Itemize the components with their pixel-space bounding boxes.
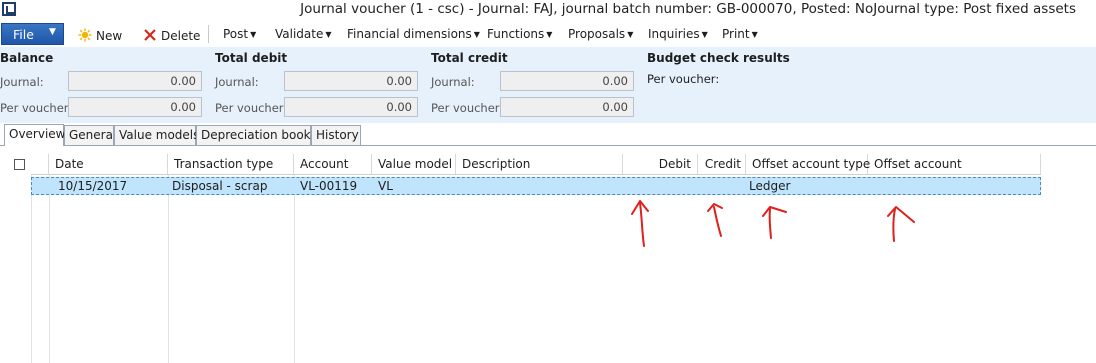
inquiries-menu[interactable]: Inquiries ▼ xyxy=(648,26,708,44)
balance-journal-label: Journal: xyxy=(0,75,44,89)
header-debit[interactable]: Debit xyxy=(623,154,698,174)
chevron-down-icon: ▼ xyxy=(325,30,332,39)
cell-account[interactable]: VL-00119 xyxy=(300,178,357,194)
tab-history[interactable]: History xyxy=(311,125,361,145)
new-button-label: New xyxy=(96,29,123,43)
new-button[interactable]: New xyxy=(78,26,122,44)
debit-journal-label: Journal: xyxy=(215,75,259,89)
chevron-down-icon: ▼ xyxy=(473,30,480,39)
chevron-down-icon: ▼ xyxy=(627,30,634,39)
financial-dimensions-menu-label: Financial dimensions xyxy=(347,27,472,41)
header-value-model[interactable]: Value model xyxy=(372,154,456,174)
balance-title: Balance xyxy=(0,51,54,65)
header-description[interactable]: Description xyxy=(456,154,623,174)
chevron-down-icon: ▼ xyxy=(546,30,553,39)
totals-panel: Balance Journal: 0.00 Per voucher: 0.00 … xyxy=(0,47,1096,123)
tab-depreciation-books[interactable]: Depreciation books xyxy=(196,125,317,145)
cell-transaction-type[interactable]: Disposal - scrap xyxy=(172,178,267,194)
app-icon xyxy=(2,2,16,16)
proposals-menu-label: Proposals xyxy=(568,27,626,41)
chevron-down-icon: ▼ xyxy=(701,30,708,39)
delete-button-label: Delete xyxy=(161,29,201,43)
grid-header: Date Transaction type Account Value mode… xyxy=(31,154,1041,175)
header-date[interactable]: Date xyxy=(49,154,168,174)
action-pane: File ▼ New Delete Post ▼ Validate ▼ Financ… xyxy=(0,22,1096,48)
print-menu[interactable]: Print ▼ xyxy=(722,26,758,44)
credit-voucher-field: 0.00 xyxy=(500,97,634,117)
functions-menu[interactable]: Functions ▼ xyxy=(487,26,552,44)
validate-menu[interactable]: Validate ▼ xyxy=(275,26,332,44)
credit-voucher-label: Per voucher: xyxy=(431,101,504,115)
header-offset-account-type[interactable]: Offset account type xyxy=(746,154,870,174)
debit-voucher-label: Per voucher: xyxy=(215,101,288,115)
cell-date[interactable]: 10/15/2017 xyxy=(58,178,127,194)
inquiries-menu-label: Inquiries xyxy=(648,27,700,41)
delete-button[interactable]: Delete xyxy=(143,26,200,44)
chevron-down-icon: ▼ xyxy=(250,30,257,39)
total-debit-title: Total debit xyxy=(215,51,288,65)
chevron-down-icon: ▼ xyxy=(751,30,758,39)
credit-journal-field: 0.00 xyxy=(500,71,634,91)
validate-menu-label: Validate xyxy=(275,27,324,41)
credit-journal-label: Journal: xyxy=(431,75,475,89)
title-bar: Journal voucher (1 - csc) - Journal: FAJ… xyxy=(0,0,1096,22)
print-menu-label: Print xyxy=(722,27,750,41)
proposals-menu[interactable]: Proposals ▼ xyxy=(568,26,633,44)
delete-icon xyxy=(144,29,156,41)
cell-offset-account-type[interactable]: Ledger xyxy=(749,178,790,194)
budget-check-title: Budget check results xyxy=(647,51,790,65)
debit-journal-field: 0.00 xyxy=(284,71,418,91)
table-row[interactable]: 10/15/2017 Disposal - scrap VL-00119 VL … xyxy=(31,177,1041,195)
tab-general[interactable]: General xyxy=(64,125,116,145)
post-menu[interactable]: Post ▼ xyxy=(223,26,256,44)
window-title: Journal voucher (1 - csc) - Journal: FAJ… xyxy=(300,1,1076,17)
total-credit-title: Total credit xyxy=(431,51,508,65)
header-marker xyxy=(31,154,49,174)
financial-dimensions-menu[interactable]: Financial dimensions ▼ xyxy=(347,26,480,44)
tab-strip: Overview General Value models Depreciati… xyxy=(0,123,1096,146)
file-button-label: File xyxy=(13,27,34,42)
new-icon xyxy=(78,28,92,42)
chevron-down-icon: ▼ xyxy=(49,27,56,37)
file-button[interactable]: File ▼ xyxy=(1,23,64,45)
balance-journal-field: 0.00 xyxy=(68,71,202,91)
header-account[interactable]: Account xyxy=(294,154,372,174)
tab-value-models[interactable]: Value models xyxy=(114,125,199,145)
lines-grid: Date Transaction type Account Value mode… xyxy=(0,154,1096,363)
header-credit[interactable]: Credit xyxy=(698,154,746,174)
debit-voucher-field: 0.00 xyxy=(284,97,418,117)
select-all-checkbox[interactable] xyxy=(14,159,25,170)
post-menu-label: Post xyxy=(223,27,249,41)
cell-value-model[interactable]: VL xyxy=(378,178,393,194)
header-transaction-type[interactable]: Transaction type xyxy=(168,154,294,174)
tab-overview[interactable]: Overview xyxy=(4,124,66,146)
balance-voucher-field: 0.00 xyxy=(68,97,202,117)
toolbar-separator xyxy=(208,25,209,43)
header-offset-account[interactable]: Offset account xyxy=(868,154,1041,174)
budget-voucher-label: Per voucher: xyxy=(647,72,720,86)
functions-menu-label: Functions xyxy=(487,27,545,41)
balance-voucher-label: Per voucher: xyxy=(0,101,73,115)
